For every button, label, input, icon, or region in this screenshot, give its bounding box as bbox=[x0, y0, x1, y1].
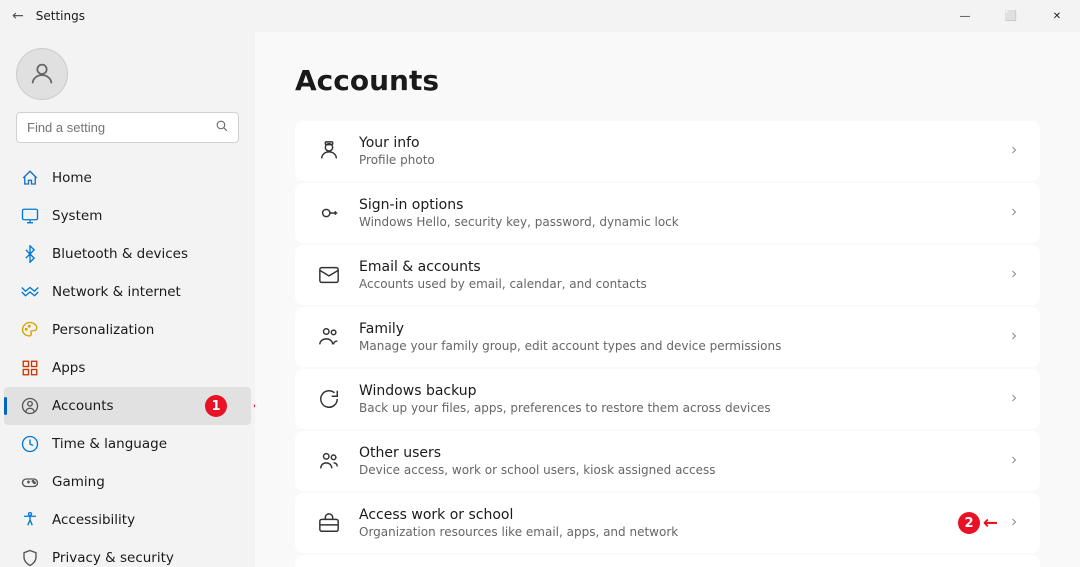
app-layout: Home System Bluetooth & devices Network & i… bbox=[0, 32, 1080, 567]
family-icon bbox=[315, 323, 343, 351]
accessibility-icon bbox=[20, 510, 40, 530]
settings-item-desc-other-users: Device access, work or school users, kio… bbox=[359, 463, 992, 477]
sidebar-item-network[interactable]: Network & internet bbox=[4, 273, 251, 311]
main-content: Accounts Your info Profile photo Sign-in o… bbox=[255, 32, 1080, 567]
settings-item-text-access-work-school: Access work or school Organization resour… bbox=[359, 507, 992, 539]
settings-item-name-email-accounts: Email & accounts bbox=[359, 259, 992, 275]
clock-icon bbox=[20, 434, 40, 454]
back-button[interactable]: ← bbox=[12, 8, 24, 24]
settings-item-signin-options[interactable]: Sign-in options Windows Hello, security k… bbox=[295, 183, 1040, 243]
monitor-icon bbox=[20, 206, 40, 226]
sidebar-item-label-time: Time & language bbox=[52, 436, 167, 452]
page-title: Accounts bbox=[295, 64, 1040, 97]
titlebar-title: Settings bbox=[36, 9, 85, 23]
sidebar-item-home[interactable]: Home bbox=[4, 159, 251, 197]
settings-item-chevron-your-info bbox=[1008, 144, 1020, 159]
settings-list: Your info Profile photo Sign-in options Win… bbox=[295, 121, 1040, 567]
settings-item-text-signin-options: Sign-in options Windows Hello, security k… bbox=[359, 197, 992, 229]
sidebar-item-label-gaming: Gaming bbox=[52, 474, 105, 490]
settings-item-desc-family: Manage your family group, edit account t… bbox=[359, 339, 992, 353]
backup-icon bbox=[315, 385, 343, 413]
settings-item-passkey-settings[interactable]: Passkey settingsUse your face, fingerpri… bbox=[295, 555, 1040, 567]
user-avatar[interactable] bbox=[16, 48, 68, 100]
settings-item-name-your-info: Your info bbox=[359, 135, 992, 151]
sidebar-item-label-system: System bbox=[52, 208, 102, 224]
settings-item-windows-backup[interactable]: Windows backup Back up your files, apps, … bbox=[295, 369, 1040, 429]
settings-item-text-family: Family Manage your family group, edit acc… bbox=[359, 321, 992, 353]
person-circle-icon bbox=[20, 396, 40, 416]
minimize-button[interactable]: — bbox=[942, 0, 988, 32]
settings-item-email-accounts[interactable]: Email & accounts Accounts used by email, … bbox=[295, 245, 1040, 305]
sidebar-item-label-apps: Apps bbox=[52, 360, 85, 376]
settings-item-text-email-accounts: Email & accounts Accounts used by email, … bbox=[359, 259, 992, 291]
bluetooth-icon bbox=[20, 244, 40, 264]
settings-item-your-info[interactable]: Your info Profile photo bbox=[295, 121, 1040, 181]
sidebar-item-system[interactable]: System bbox=[4, 197, 251, 235]
sidebar-item-gaming[interactable]: Gaming bbox=[4, 463, 251, 501]
settings-item-desc-email-accounts: Accounts used by email, calendar, and co… bbox=[359, 277, 992, 291]
titlebar: ← Settings — ⬜ ✕ bbox=[0, 0, 1080, 32]
sidebar-item-bluetooth[interactable]: Bluetooth & devices bbox=[4, 235, 251, 273]
settings-item-chevron-signin-options bbox=[1008, 206, 1020, 221]
settings-item-desc-access-work-school: Organization resources like email, apps,… bbox=[359, 525, 992, 539]
settings-item-text-your-info: Your info Profile photo bbox=[359, 135, 992, 167]
sidebar-item-apps[interactable]: Apps bbox=[4, 349, 251, 387]
sidebar-item-privacy[interactable]: Privacy & security bbox=[4, 539, 251, 567]
house-icon bbox=[20, 168, 40, 188]
person-badge-icon bbox=[315, 137, 343, 165]
settings-item-chevron-other-users bbox=[1008, 454, 1020, 469]
settings-item-desc-signin-options: Windows Hello, security key, password, d… bbox=[359, 215, 992, 229]
briefcase-icon bbox=[315, 509, 343, 537]
sidebar-item-label-accessibility: Accessibility bbox=[52, 512, 135, 528]
settings-item-name-windows-backup: Windows backup bbox=[359, 383, 992, 399]
settings-item-chevron-family bbox=[1008, 330, 1020, 345]
settings-item-text-other-users: Other users Device access, work or school… bbox=[359, 445, 992, 477]
settings-item-name-other-users: Other users bbox=[359, 445, 992, 461]
sidebar-item-label-bluetooth: Bluetooth & devices bbox=[52, 246, 188, 262]
settings-item-desc-your-info: Profile photo bbox=[359, 153, 992, 167]
settings-item-text-windows-backup: Windows backup Back up your files, apps, … bbox=[359, 383, 992, 415]
search-icon bbox=[215, 119, 228, 136]
sidebar-top bbox=[0, 40, 255, 159]
other-users-icon bbox=[315, 447, 343, 475]
network-icon bbox=[20, 282, 40, 302]
search-input[interactable] bbox=[27, 120, 207, 135]
settings-item-chevron-access-work-school bbox=[1008, 516, 1020, 531]
gamepad-icon bbox=[20, 472, 40, 492]
sidebar: Home System Bluetooth & devices Network & i… bbox=[0, 32, 255, 567]
settings-item-other-users[interactable]: Other users Device access, work or school… bbox=[295, 431, 1040, 491]
sidebar-item-time[interactable]: Time & language bbox=[4, 425, 251, 463]
settings-item-chevron-email-accounts bbox=[1008, 268, 1020, 283]
titlebar-left: ← Settings bbox=[12, 8, 85, 24]
settings-item-access-work-school[interactable]: Access work or school Organization resour… bbox=[295, 493, 1040, 553]
sidebar-item-accounts[interactable]: Accounts1← bbox=[4, 387, 251, 425]
settings-item-desc-windows-backup: Back up your files, apps, preferences to… bbox=[359, 401, 992, 415]
settings-item-chevron-windows-backup bbox=[1008, 392, 1020, 407]
grid-icon bbox=[20, 358, 40, 378]
key-icon bbox=[315, 199, 343, 227]
sidebar-item-label-home: Home bbox=[52, 170, 92, 186]
sidebar-item-accessibility[interactable]: Accessibility bbox=[4, 501, 251, 539]
titlebar-controls: — ⬜ ✕ bbox=[942, 0, 1080, 32]
sidebar-item-label-network: Network & internet bbox=[52, 284, 181, 300]
settings-item-name-family: Family bbox=[359, 321, 992, 337]
paint-icon bbox=[20, 320, 40, 340]
sidebar-item-label-accounts: Accounts bbox=[52, 398, 114, 414]
settings-item-name-signin-options: Sign-in options bbox=[359, 197, 992, 213]
sidebar-item-label-personalization: Personalization bbox=[52, 322, 154, 338]
close-button[interactable]: ✕ bbox=[1034, 0, 1080, 32]
envelope-icon bbox=[315, 261, 343, 289]
settings-item-family[interactable]: Family Manage your family group, edit acc… bbox=[295, 307, 1040, 367]
sidebar-item-personalization[interactable]: Personalization bbox=[4, 311, 251, 349]
sidebar-item-label-privacy: Privacy & security bbox=[52, 550, 174, 566]
shield-icon bbox=[20, 548, 40, 567]
nav-container: Home System Bluetooth & devices Network & i… bbox=[0, 159, 255, 567]
maximize-button[interactable]: ⬜ bbox=[988, 0, 1034, 32]
search-box[interactable] bbox=[16, 112, 239, 143]
settings-item-name-access-work-school: Access work or school bbox=[359, 507, 992, 523]
